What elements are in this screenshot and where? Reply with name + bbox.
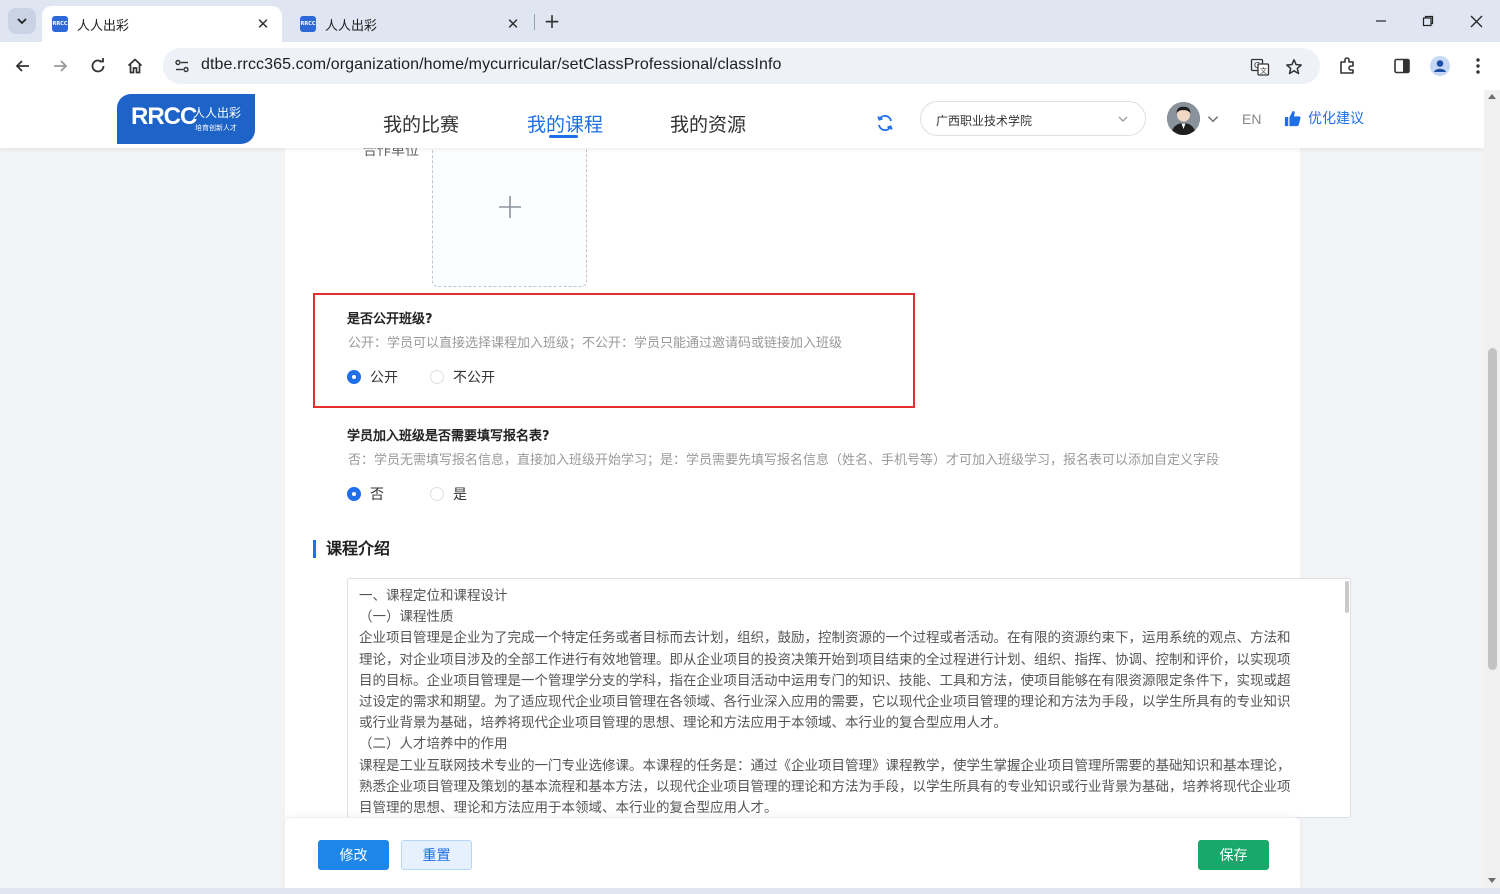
footer-action-bar: 修改 重置 保存 (285, 817, 1300, 888)
browser-toolbar: dtbe.rrcc365.com/organization/home/mycur… (0, 42, 1500, 90)
upload-coop-logo[interactable] (432, 130, 587, 287)
section-title-course-intro: 课程介绍 (313, 540, 390, 558)
reset-button[interactable]: 重置 (401, 840, 472, 870)
home-icon[interactable] (121, 52, 149, 80)
tab-close-icon[interactable]: ✕ (254, 15, 272, 33)
window-bottom-edge (0, 888, 1500, 894)
logo-slogan: 培育创新人才 (195, 124, 237, 132)
radio-checked-icon (347, 487, 361, 501)
nav-my-courses[interactable]: 我的课程 (527, 110, 603, 137)
radio-public[interactable]: 公开 (347, 367, 398, 387)
intro-line: 理论，对企业项目涉及的全部工作进行有效地管理。即从企业项目的投资决策开始到项目结… (359, 651, 1291, 668)
intro-line: （二）人才培养中的作用 (359, 736, 508, 753)
translate-icon[interactable]: G文 (1249, 56, 1271, 78)
chevron-down-icon[interactable] (1206, 112, 1220, 126)
radio-not-public[interactable]: 不公开 (430, 367, 495, 387)
school-select-value: 广西职业技术学院 (936, 114, 1033, 128)
extensions-icon[interactable] (1335, 54, 1359, 78)
chevron-down-icon (1118, 116, 1128, 122)
user-avatar-icon (1167, 102, 1200, 135)
signup-form-desc: 否：学员无需填写报名信息，直接加入班级开始学习；是：学员需要先填写报名信息（姓名… (348, 453, 1220, 468)
new-tab-icon[interactable]: + (541, 9, 563, 33)
avatar[interactable] (1167, 102, 1200, 135)
textarea-scrollbar[interactable] (1345, 581, 1349, 613)
nav-active-indicator (549, 135, 578, 138)
intro-line: （一）课程性质 (359, 609, 454, 626)
scroll-down-arrow-icon[interactable] (1488, 878, 1496, 883)
site-logo[interactable]: RRCC 人人出彩 培育创新人才 (117, 94, 255, 144)
nav-my-competitions[interactable]: 我的比赛 (383, 110, 459, 137)
svg-text:文: 文 (1260, 66, 1267, 75)
radio-label: 否 (370, 487, 384, 503)
refresh-icon[interactable] (875, 113, 895, 133)
radio-no-signup[interactable]: 否 (347, 484, 384, 504)
rrcc-favicon-icon: RRCC (52, 16, 68, 32)
tab-title: 人人出彩 (77, 18, 130, 34)
thumbs-up-icon (1284, 110, 1301, 126)
save-button[interactable]: 保存 (1198, 840, 1269, 870)
radio-checked-icon (347, 370, 361, 384)
window-close-icon[interactable] (1461, 8, 1491, 34)
public-class-desc: 公开：学员可以直接选择课程加入班级；不公开：学员只能通过邀请码或链接加入班级 (348, 336, 843, 351)
plus-icon (499, 196, 521, 218)
tab-close-icon[interactable]: ✕ (504, 15, 522, 33)
course-intro-text: 一、课程定位和课程设计 （一）课程性质 企业项目管理是企业为了完成一个特定任务或… (348, 579, 1350, 817)
browser-tab-active[interactable]: RRCC 人人出彩 ✕ (42, 6, 282, 42)
radio-yes-signup[interactable]: 是 (430, 484, 467, 504)
radio-label: 公开 (370, 370, 398, 386)
profile-icon[interactable] (1428, 54, 1452, 78)
intro-line: 熟悉企业项目管理及策划的基本流程和基本方法，以现代企业项目管理的理论和方法为手段… (359, 778, 1291, 795)
bookmark-star-icon[interactable] (1283, 56, 1305, 78)
suggestion-button[interactable]: 优化建议 (1283, 108, 1364, 128)
suggestion-label: 优化建议 (1308, 111, 1364, 127)
intro-line: 课程是工业互联网技术专业的一门专业选修课。本课程的任务是：通过《企业项目管理》课… (359, 757, 1291, 774)
back-icon[interactable] (9, 52, 37, 80)
scroll-up-arrow-icon[interactable] (1488, 94, 1496, 99)
browser-tab-inactive[interactable]: RRCC 人人出彩 ✕ (290, 6, 532, 42)
minimize-icon[interactable] (1366, 8, 1396, 34)
page-scrollbar[interactable] (1484, 90, 1500, 888)
site-settings-icon[interactable] (173, 57, 191, 75)
scrollbar-thumb[interactable] (1488, 348, 1497, 670)
intro-line: 目管理的思想、理论和方法应用于本领域、本行业的复合型应用人才。 (359, 800, 778, 817)
intro-line: 目的目标。企业项目管理是一个管理学分支的学科，指在企业项目活动中运用专门的知识、… (359, 672, 1291, 689)
radio-label: 不公开 (453, 370, 495, 386)
modify-button[interactable]: 修改 (318, 840, 389, 870)
page-viewport: RRCC 人人出彩 培育创新人才 我的比赛 我的课程 我的资源 广西职业技术学院 (0, 90, 1484, 888)
tab-title: 人人出彩 (325, 18, 378, 34)
nav-my-resources[interactable]: 我的资源 (670, 110, 746, 137)
radio-unchecked-icon (430, 370, 444, 384)
intro-line: 过设定的需求和期望。为了适应现代企业项目管理在各领域、各行业深入应用的需要，它以… (359, 694, 1291, 711)
tab-separator (534, 14, 535, 30)
reload-icon[interactable] (84, 52, 112, 80)
radio-label: 是 (453, 487, 467, 503)
restore-icon[interactable] (1413, 8, 1443, 34)
side-panel-icon[interactable] (1390, 54, 1414, 78)
signup-form-title: 学员加入班级是否需要填写报名表? (347, 429, 550, 444)
public-class-title: 是否公开班级? (347, 312, 433, 327)
url-text[interactable]: dtbe.rrcc365.com/organization/home/mycur… (201, 56, 782, 74)
tab-search-button[interactable] (8, 8, 36, 34)
school-select[interactable]: 广西职业技术学院 (920, 101, 1146, 136)
browser-tab-bar: RRCC 人人出彩 ✕ RRCC 人人出彩 ✕ + (0, 0, 1500, 42)
address-bar[interactable]: dtbe.rrcc365.com/organization/home/mycur… (163, 48, 1320, 84)
logo-chinese-name: 人人出彩 (193, 106, 242, 120)
chevron-down-icon (17, 18, 27, 25)
course-intro-textarea[interactable]: 一、课程定位和课程设计 （一）课程性质 企业项目管理是企业为了完成一个特定任务或… (347, 578, 1351, 818)
logo-text: RRCC (131, 103, 197, 130)
intro-line: 一、课程定位和课程设计 (359, 588, 508, 604)
intro-line: 企业项目管理是企业为了完成一个特定任务或者目标而去计划，组织，鼓励，控制资源的一… (359, 630, 1291, 647)
forward-icon[interactable] (46, 52, 74, 80)
language-switch[interactable]: EN (1242, 111, 1261, 127)
browser-menu-icon[interactable] (1466, 54, 1490, 78)
rrcc-favicon-icon: RRCC (300, 16, 316, 32)
radio-unchecked-icon (430, 487, 444, 501)
site-header: RRCC 人人出彩 培育创新人才 我的比赛 我的课程 我的资源 广西职业技术学院 (0, 90, 1484, 148)
intro-line: 或行业背景为基础，培养将现代企业项目管理的思想、理论和方法应用于本领域、本行业的… (359, 715, 1007, 732)
